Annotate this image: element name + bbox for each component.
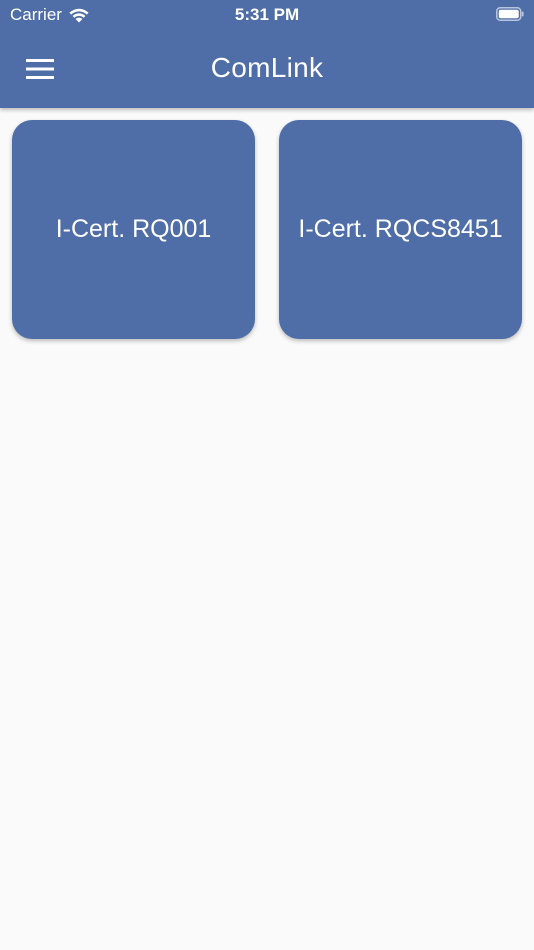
- certificate-card-label: I-Cert. RQCS8451: [298, 215, 503, 243]
- app-bar: Carrier 5:31 PM ComLink: [0, 0, 534, 108]
- toolbar: ComLink: [0, 30, 534, 108]
- status-time: 5:31 PM: [234, 5, 300, 24]
- page-title: ComLink: [210, 52, 324, 83]
- certificate-card-rq001[interactable]: I-Cert. RQ001: [12, 120, 255, 339]
- battery-icon: [496, 7, 524, 21]
- certificate-card-label: I-Cert. RQ001: [55, 215, 212, 243]
- certificate-card-rqcs8451[interactable]: I-Cert. RQCS8451: [279, 120, 522, 339]
- status-bar: Carrier 5:31 PM: [0, 0, 534, 30]
- certificate-grid: I-Cert. RQ001 I-Cert. RQCS8451: [12, 120, 522, 339]
